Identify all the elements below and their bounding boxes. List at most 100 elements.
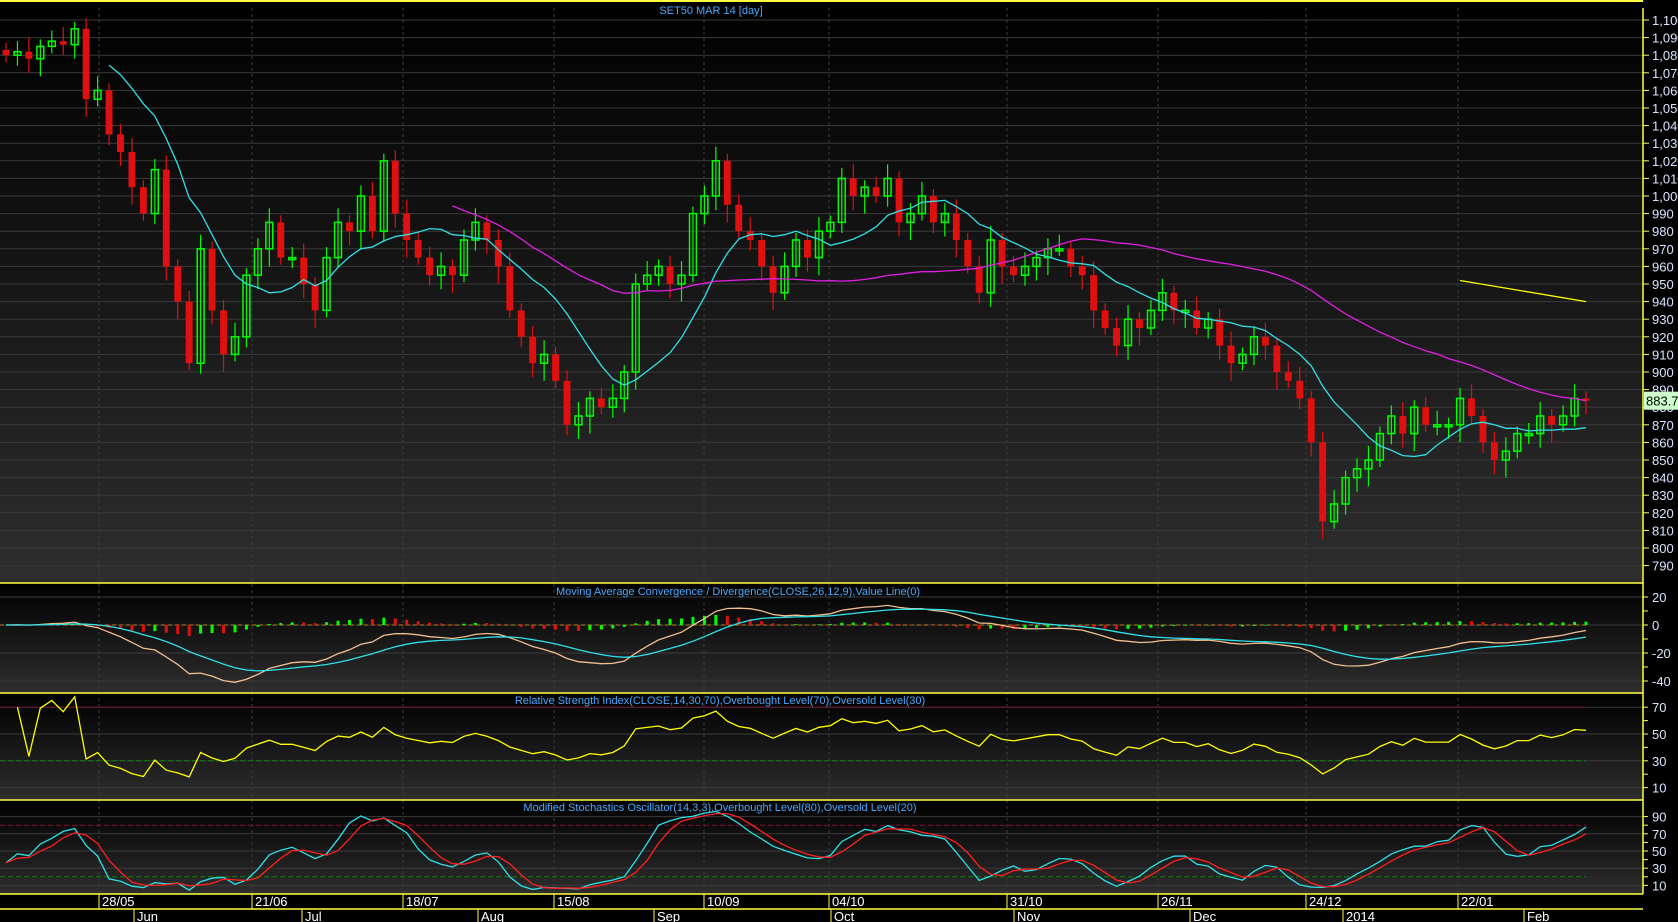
candle-down bbox=[105, 90, 113, 135]
price-tick-label: 820 bbox=[1652, 506, 1674, 521]
candle-down bbox=[59, 41, 67, 45]
candle-down bbox=[185, 301, 193, 364]
price-tick-label: 840 bbox=[1652, 471, 1674, 486]
macd-histogram-bar bbox=[966, 625, 970, 628]
macd-histogram-bar bbox=[886, 622, 890, 625]
macd-histogram-bar bbox=[542, 625, 546, 629]
price-tick-label: 810 bbox=[1652, 523, 1674, 538]
macd-histogram-bar bbox=[657, 619, 661, 625]
macd-histogram-bar bbox=[1378, 625, 1382, 627]
candle-down bbox=[597, 398, 605, 408]
macd-histogram-bar bbox=[176, 625, 180, 635]
macd-histogram-bar bbox=[279, 623, 283, 625]
candle-down bbox=[723, 160, 731, 205]
macd-histogram-bar bbox=[359, 618, 363, 625]
candle-down bbox=[494, 240, 502, 267]
macd-histogram-bar bbox=[496, 623, 500, 625]
candle-down bbox=[220, 310, 227, 355]
macd-histogram-bar bbox=[1218, 625, 1222, 626]
macd-histogram-bar bbox=[840, 622, 844, 625]
macd-histogram-bar bbox=[1309, 625, 1313, 629]
macd-histogram-bar bbox=[611, 625, 615, 629]
macd-histogram-bar bbox=[1447, 621, 1451, 625]
candle-down bbox=[964, 240, 972, 267]
macd-histogram-bar bbox=[439, 623, 443, 625]
macd-histogram-bar bbox=[599, 625, 603, 630]
macd-histogram-bar bbox=[416, 621, 420, 625]
date-label: 10/09 bbox=[707, 894, 740, 909]
rsi-tick-label: 50 bbox=[1652, 727, 1666, 742]
macd-histogram-bar bbox=[1275, 625, 1279, 627]
macd-histogram-bar bbox=[405, 619, 409, 625]
date-label: 24/12 bbox=[1309, 894, 1342, 909]
candle-down bbox=[2, 49, 10, 56]
candle-down bbox=[506, 266, 514, 311]
candle-down bbox=[25, 51, 33, 59]
macd-histogram-bar bbox=[1481, 622, 1485, 625]
stoch-tick-label: 50 bbox=[1652, 844, 1666, 859]
macd-histogram-bar bbox=[1034, 625, 1038, 628]
macd-histogram-bar bbox=[783, 624, 787, 625]
macd-histogram-bar bbox=[588, 625, 592, 631]
macd-histogram-bar bbox=[1573, 621, 1577, 625]
macd-histogram-bar bbox=[1332, 625, 1336, 632]
macd-histogram-bar bbox=[1149, 625, 1153, 628]
macd-histogram-bar bbox=[1366, 625, 1370, 629]
macd-histogram-bar bbox=[828, 623, 832, 625]
price-tick-label: 1,060 bbox=[1652, 83, 1678, 98]
macd-histogram-bar bbox=[1092, 625, 1096, 628]
macd-histogram-bar bbox=[1286, 625, 1290, 627]
candle-down bbox=[368, 196, 376, 232]
candle-down bbox=[552, 354, 559, 381]
macd-histogram-bar bbox=[554, 625, 558, 630]
stock-chart[interactable]: 1,100 1,090 1,080 1,070 1,060 1,050 1,040 1,030… bbox=[0, 0, 1678, 922]
candle-down bbox=[804, 240, 811, 258]
macd-title: Moving Average Convergence / Divergence(… bbox=[556, 586, 920, 598]
candle-down bbox=[1548, 416, 1556, 425]
macd-histogram-bar bbox=[851, 622, 855, 625]
candle-down bbox=[1479, 416, 1487, 443]
candle-down bbox=[1319, 442, 1327, 522]
date-label: 22/01 bbox=[1461, 894, 1494, 909]
candle-down bbox=[1468, 398, 1475, 416]
last-price-label: 883.70 bbox=[1646, 394, 1678, 409]
price-tick-label: 860 bbox=[1652, 435, 1674, 450]
macd-histogram-bar bbox=[130, 625, 134, 631]
macd-histogram-bar bbox=[668, 618, 672, 625]
price-tick-label: 1,090 bbox=[1652, 31, 1678, 46]
macd-histogram-bar bbox=[1126, 625, 1130, 629]
macd-histogram-bar bbox=[325, 622, 329, 625]
macd-tick-label: 0 bbox=[1652, 618, 1659, 633]
macd-histogram-bar bbox=[1470, 621, 1474, 625]
macd-histogram-bar bbox=[393, 618, 397, 625]
macd-histogram-bar bbox=[943, 625, 947, 626]
macd-histogram-bar bbox=[680, 618, 684, 625]
macd-histogram-bar bbox=[210, 625, 214, 634]
price-tick-label: 1,070 bbox=[1652, 66, 1678, 81]
candle-down bbox=[414, 240, 422, 258]
macd-histogram-bar bbox=[989, 625, 993, 629]
date-label: 21/06 bbox=[255, 894, 288, 909]
macd-histogram-bar bbox=[473, 622, 477, 625]
macd-histogram-bar bbox=[1401, 623, 1405, 625]
macd-histogram-bar bbox=[954, 625, 958, 627]
macd-histogram-bar bbox=[977, 625, 981, 630]
macd-histogram-bar bbox=[931, 625, 935, 626]
macd-histogram-bar bbox=[874, 622, 878, 625]
macd-histogram-bar bbox=[817, 624, 821, 625]
macd-histogram-bar bbox=[1435, 622, 1439, 625]
price-tick-label: 1,030 bbox=[1652, 136, 1678, 151]
month-label: Aug bbox=[481, 909, 504, 922]
price-tick-label: 980 bbox=[1652, 224, 1674, 239]
macd-histogram-bar bbox=[1515, 623, 1519, 625]
price-tick-label: 1,020 bbox=[1652, 154, 1678, 169]
macd-histogram-bar bbox=[1424, 622, 1428, 625]
macd-tick-label: -20 bbox=[1652, 646, 1671, 661]
stoch-tick-label: 70 bbox=[1652, 827, 1666, 842]
macd-histogram-bar bbox=[1584, 621, 1588, 625]
price-tick-label: 990 bbox=[1652, 207, 1674, 222]
candle-down bbox=[872, 187, 880, 196]
stoch-title: Modified Stochastics Oscillator(14,3,3),… bbox=[523, 802, 916, 814]
candle-down bbox=[483, 222, 491, 240]
candle-down bbox=[1216, 319, 1224, 346]
